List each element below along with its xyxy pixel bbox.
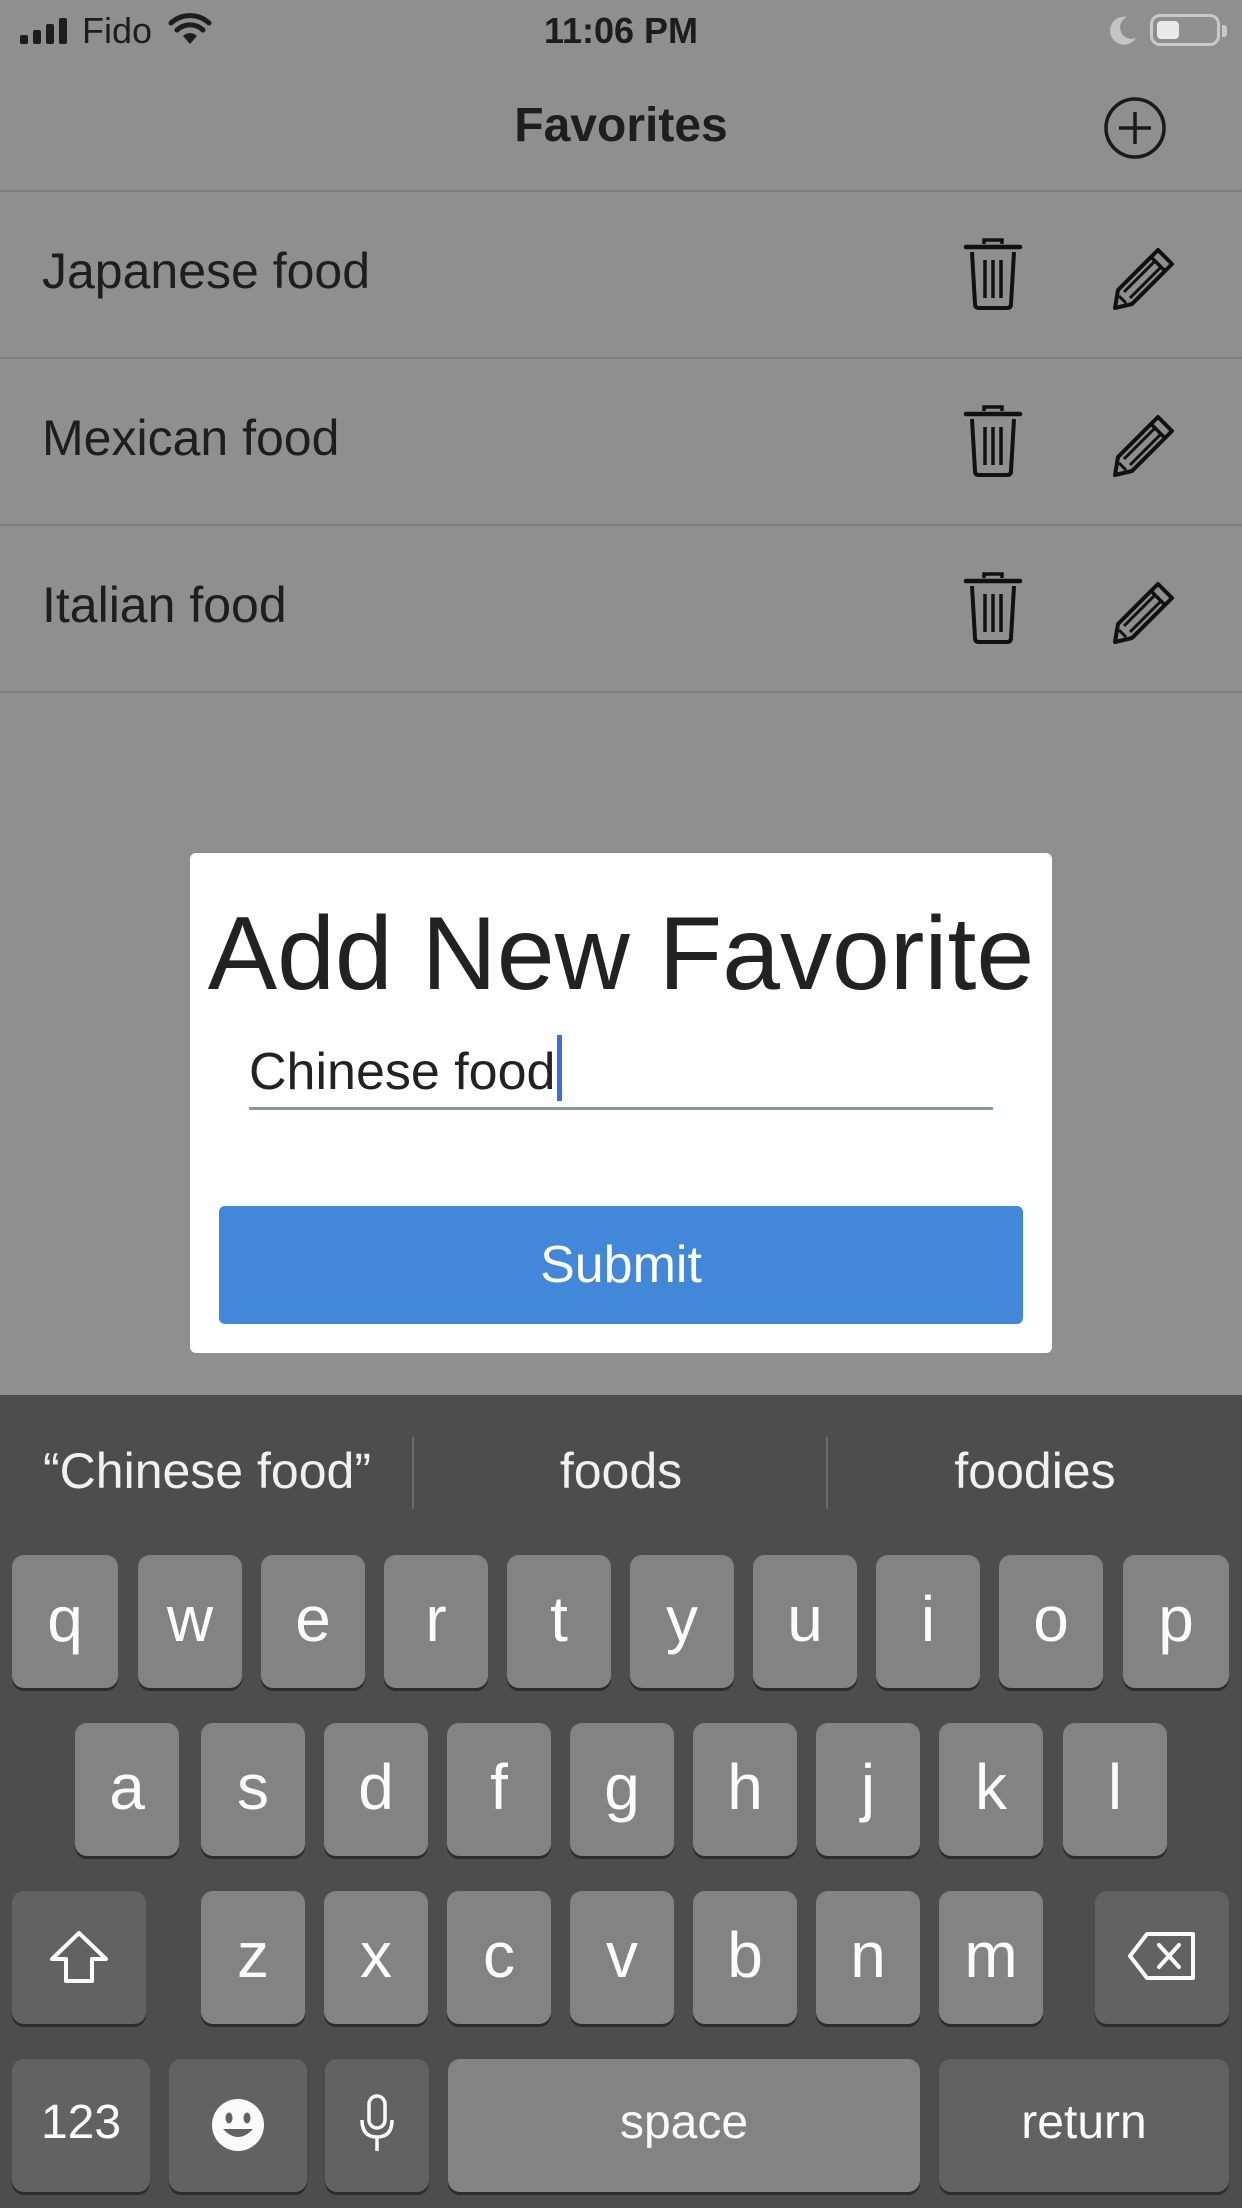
key-q[interactable]: q [12, 1555, 118, 1688]
favorite-row[interactable]: Mexican food [0, 359, 1242, 526]
key-s[interactable]: s [201, 1723, 305, 1856]
pencil-edit-icon[interactable] [1112, 246, 1176, 310]
key-j[interactable]: j [816, 1723, 920, 1856]
do-not-disturb-moon-icon [1110, 16, 1136, 45]
suggestion-1[interactable]: “Chinese food” [0, 1395, 414, 1547]
key-h[interactable]: h [693, 1723, 797, 1856]
page-title: Favorites [514, 99, 728, 152]
pencil-edit-icon[interactable] [1112, 580, 1176, 644]
on-screen-keyboard: “Chinese food” foods foodies q w e r t y… [0, 1395, 1242, 2208]
key-k[interactable]: k [939, 1723, 1043, 1856]
key-a[interactable]: a [75, 1723, 179, 1856]
key-w[interactable]: w [138, 1555, 242, 1688]
trash-icon[interactable] [963, 238, 1023, 310]
delete-key[interactable] [1095, 1891, 1229, 2024]
key-l[interactable]: l [1063, 1723, 1167, 1856]
key-m[interactable]: m [939, 1891, 1043, 2024]
battery-icon [1150, 14, 1227, 46]
clock-time: 11:06 PM [543, 10, 699, 51]
key-g[interactable]: g [570, 1723, 674, 1856]
key-v[interactable]: v [570, 1891, 674, 2024]
key-c[interactable]: c [447, 1891, 551, 2024]
key-p[interactable]: p [1123, 1555, 1229, 1688]
key-b[interactable]: b [693, 1891, 797, 2024]
favorite-label: Japanese food [42, 243, 371, 299]
key-t[interactable]: t [507, 1555, 611, 1688]
key-d[interactable]: d [324, 1723, 428, 1856]
favorite-name-input[interactable]: Chinese food [249, 1025, 993, 1110]
submit-button[interactable]: Submit [219, 1206, 1023, 1324]
trash-icon[interactable] [963, 405, 1023, 477]
numbers-key[interactable]: 123 [12, 2059, 150, 2192]
key-x[interactable]: x [324, 1891, 428, 2024]
suggestion-2[interactable]: foods [414, 1395, 828, 1547]
shift-arrow-icon [50, 1931, 108, 1983]
emoji-key[interactable] [169, 2059, 307, 2192]
dictation-key[interactable] [325, 2059, 429, 2192]
key-i[interactable]: i [876, 1555, 980, 1688]
favorite-label: Italian food [42, 577, 287, 633]
favorite-name-input-value: Chinese food [249, 1035, 563, 1102]
key-f[interactable]: f [447, 1723, 551, 1856]
microphone-icon [360, 2094, 394, 2151]
key-o[interactable]: o [999, 1555, 1103, 1688]
suggestion-3[interactable]: foodies [828, 1395, 1242, 1547]
key-u[interactable]: u [753, 1555, 857, 1688]
dialog-title: Add New Favorite [207, 896, 1035, 1012]
trash-icon[interactable] [963, 572, 1023, 644]
navigation-bar: Favorites [0, 62, 1242, 192]
key-r[interactable]: r [384, 1555, 488, 1688]
status-bar: Fido 11:06 PM [0, 0, 1242, 62]
key-e[interactable]: e [261, 1555, 365, 1688]
add-favorite-dialog: Add New Favorite Chinese food Submit [190, 853, 1052, 1353]
shift-key[interactable] [12, 1891, 146, 2024]
add-circle-icon[interactable] [1103, 96, 1167, 160]
pencil-edit-icon[interactable] [1112, 413, 1176, 477]
favorite-row[interactable]: Italian food [0, 526, 1242, 693]
key-y[interactable]: y [630, 1555, 734, 1688]
key-z[interactable]: z [201, 1891, 305, 2024]
return-key[interactable]: return [939, 2059, 1229, 2192]
backspace-icon [1128, 1932, 1195, 1980]
text-cursor [557, 1035, 563, 1101]
emoji-smiley-icon [212, 2099, 264, 2151]
space-key[interactable]: space [448, 2059, 920, 2192]
favorite-label: Mexican food [42, 410, 340, 466]
favorite-row[interactable]: Japanese food [0, 192, 1242, 359]
key-n[interactable]: n [816, 1891, 920, 2024]
